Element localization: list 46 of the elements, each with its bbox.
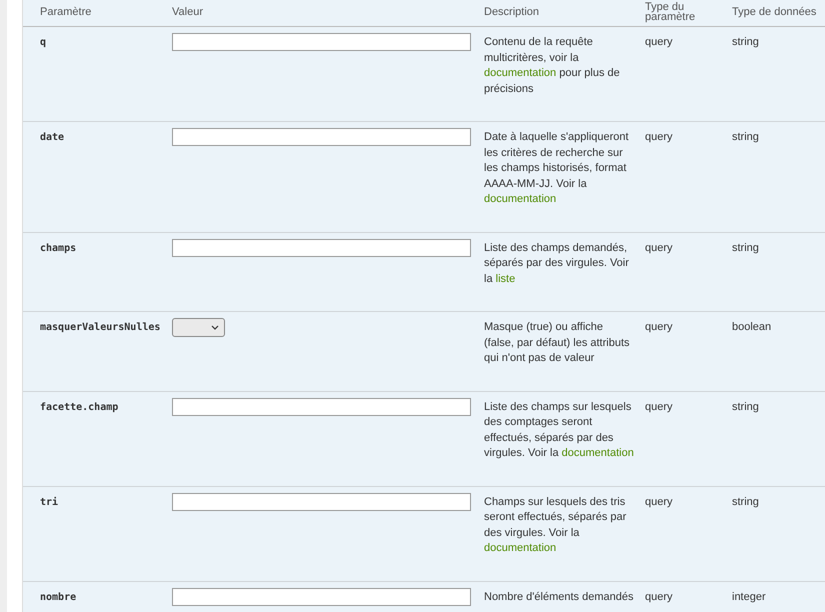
parameter-description: Contenu de la requête multicritères, voir la documentation pour plus de précisions <box>484 35 621 96</box>
data-type: boolean <box>732 321 772 333</box>
data-type: string <box>732 36 759 48</box>
caret-icon <box>211 325 219 330</box>
parameter-type: query <box>645 400 673 412</box>
parameter-type: query <box>645 36 673 48</box>
data-type: integer <box>732 590 766 602</box>
column-header: Valeur <box>172 7 203 17</box>
parameter-name: facette.champ <box>40 402 118 412</box>
value-input-field[interactable] <box>172 588 471 606</box>
value-input-field[interactable] <box>172 492 471 510</box>
parameter-type: query <box>645 242 673 254</box>
data-type: string <box>732 400 759 412</box>
parameter-name: date <box>40 132 64 143</box>
value-input-field[interactable] <box>172 238 471 256</box>
data-type: string <box>732 131 759 143</box>
parameter-description: Date à laquelle s'appliqueront les critères de recherche sur les champs historisés, format AAAA-MM-JJ. Voir la documentation <box>484 130 630 207</box>
parameter-description: Champs sur lesquels des tris seront effectués, séparés par des virgules. Voir la documentation <box>484 494 628 556</box>
parameter-type: query <box>645 321 673 333</box>
parameter-name: champs <box>40 242 76 254</box>
parameter-name: q <box>40 37 46 48</box>
documentation-link[interactable]: documentation <box>484 542 556 554</box>
column-header: Description <box>484 7 540 17</box>
parameter-name: nombre <box>40 592 76 602</box>
column-header: Type du paramètre <box>645 2 696 22</box>
data-type: string <box>732 496 759 508</box>
parameter-name: tri <box>40 496 58 508</box>
documentation-link[interactable]: documentation <box>484 67 556 79</box>
parameter-type: query <box>645 496 673 508</box>
parameter-type: query <box>645 131 673 143</box>
value-input-field[interactable] <box>172 33 471 51</box>
column-header: Type de données <box>732 7 816 17</box>
documentation-link[interactable]: documentation <box>562 447 634 459</box>
value-input-field[interactable] <box>172 128 471 146</box>
parameter-name: masquerValeursNulles <box>40 322 160 333</box>
parameter-description: Masque (true) ou affiche (false, par défaut) les attributs qui n'ont pas de valeur <box>484 320 631 366</box>
value-input-field[interactable] <box>172 398 471 416</box>
column-header: Paramètre <box>40 7 92 17</box>
parameter-description: Liste des champs demandés, séparés par des virgules. Voir la liste <box>484 240 630 286</box>
parameter-description: Nombre d'éléments demandés <box>484 590 634 604</box>
documentation-link[interactable]: liste <box>496 272 516 284</box>
parameter-type: query <box>645 590 673 602</box>
documentation-link[interactable]: documentation <box>484 193 556 205</box>
parameter-description: Liste des champs sur lesquels des comptages seront effectués, séparés par des virgules. Voir la documentation <box>484 400 634 461</box>
value-dropdown[interactable] <box>172 318 225 337</box>
data-type: string <box>732 242 759 254</box>
